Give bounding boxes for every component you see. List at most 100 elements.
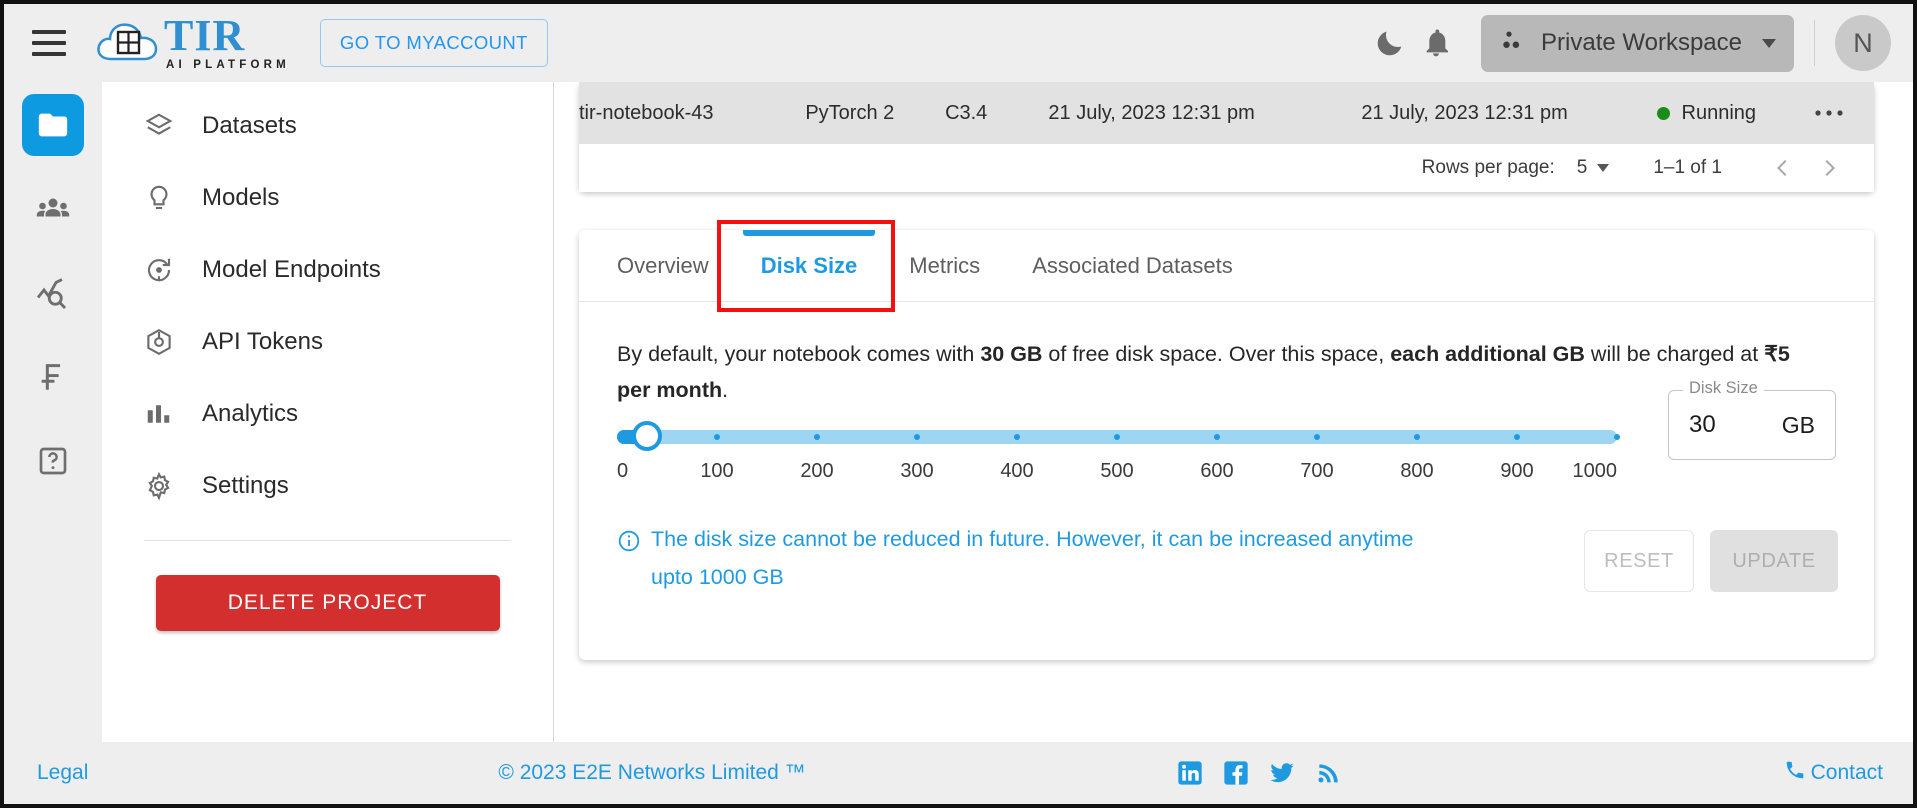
gear-icon: [144, 471, 174, 501]
rail-item-help[interactable]: [22, 430, 84, 492]
workspace-selector[interactable]: Private Workspace: [1481, 14, 1794, 72]
sidebar-item-api-tokens[interactable]: API Tokens: [102, 306, 553, 378]
footer-copyright: © 2023 E2E Networks Limited ™: [498, 761, 806, 784]
sidebar-item-analytics[interactable]: Analytics: [102, 378, 553, 450]
sidebar-item-settings[interactable]: Settings: [102, 450, 553, 522]
disk-size-actions: RESET UPDATE: [1584, 530, 1838, 592]
tick-label: 700: [1300, 460, 1334, 482]
brand-logo-group: TIR AI PLATFORM: [94, 13, 290, 71]
main-content: tir-notebook-43 PyTorch 2 C3.4 21 July, …: [555, 82, 1913, 742]
tick-label: 900: [1500, 460, 1534, 482]
workspace-icon: [1499, 26, 1529, 61]
sidebar-item-models[interactable]: Models: [102, 162, 553, 234]
cell-plan: C3.4: [945, 101, 988, 124]
desc-part-3: will be charged at: [1584, 342, 1765, 366]
go-to-myaccount-button[interactable]: GO TO MYACCOUNT: [319, 19, 548, 67]
facebook-icon[interactable]: [1222, 759, 1250, 787]
tab-label: Metrics: [909, 252, 981, 278]
footer-legal-link[interactable]: Legal: [37, 761, 88, 785]
disk-size-unit: GB: [1781, 411, 1815, 438]
slider-mark: [1314, 434, 1320, 440]
tab-disk-size[interactable]: Disk Size: [735, 230, 884, 301]
info-icon: [617, 527, 641, 596]
tick-label: 200: [800, 460, 834, 482]
sidebar-item-label: Analytics: [202, 400, 299, 427]
tab-associated-datasets[interactable]: Associated Datasets: [1006, 230, 1259, 301]
tab-bar: Overview Disk Size Metrics Associated Da…: [579, 220, 1874, 312]
delete-project-button[interactable]: DELETE PROJECT: [155, 575, 500, 631]
brand-text: TIR AI PLATFORM: [164, 13, 290, 71]
rail-item-billing[interactable]: [22, 346, 84, 408]
sidebar-divider: [144, 540, 511, 541]
chevron-down-icon: [1762, 38, 1776, 48]
table-pagination: Rows per page: 5 1–1 of 1: [579, 144, 1874, 192]
desc-bold-additional-gb: each additional GB: [1390, 342, 1585, 366]
moon-icon[interactable]: [1367, 20, 1413, 66]
status-badge: Running: [1656, 101, 1814, 125]
header-divider: [1814, 20, 1815, 66]
tab-label: Overview: [617, 252, 709, 278]
desc-part-4: .: [722, 378, 729, 402]
cell-framework: PyTorch 2: [805, 101, 895, 124]
hamburger-icon[interactable]: [32, 30, 66, 56]
endpoint-icon: [144, 255, 174, 285]
help-icon: [39, 447, 67, 475]
pagination-range: 1–1 of 1: [1653, 157, 1722, 178]
reset-button[interactable]: RESET: [1584, 530, 1694, 592]
update-button[interactable]: UPDATE: [1710, 530, 1838, 592]
cube-icon: [144, 327, 174, 357]
disk-size-slider[interactable]: 0 100 200 300 400 500 600 700 800 900 10…: [617, 421, 1620, 488]
twitter-icon[interactable]: [1268, 759, 1296, 787]
tick-label: 800: [1400, 460, 1434, 482]
app-root: TIR AI PLATFORM GO TO MYACCOUNT Private …: [4, 4, 1913, 804]
more-horizontal-icon[interactable]: [1814, 108, 1874, 118]
rail-item-team[interactable]: [22, 178, 84, 240]
chevron-down-icon: [1597, 164, 1610, 172]
sidebar-item-model-endpoints[interactable]: Model Endpoints: [102, 234, 553, 306]
sidebar-item-label: Settings: [202, 472, 289, 499]
tick-label: 1000: [1572, 460, 1618, 482]
rows-per-page-label: Rows per page:: [1421, 157, 1555, 178]
disk-size-card: Overview Disk Size Metrics Associated Da…: [579, 220, 1874, 660]
table-row[interactable]: tir-notebook-43 PyTorch 2 C3.4 21 July, …: [579, 82, 1874, 144]
notebook-table-card: tir-notebook-43 PyTorch 2 C3.4 21 July, …: [579, 82, 1874, 192]
rows-per-page-value: 5: [1576, 157, 1588, 178]
tick-label: 0: [617, 460, 629, 482]
footer-social-links: [1176, 759, 1342, 787]
tir-cloud-icon: [94, 15, 162, 71]
rail-item-monitoring[interactable]: [22, 262, 84, 324]
slider-thumb[interactable]: [632, 421, 662, 451]
status-label: Running: [1681, 101, 1757, 124]
desc-bold-default-size: 30 GB: [980, 342, 1043, 366]
slider-mark: [1014, 434, 1020, 440]
rail-item-projects[interactable]: [22, 94, 84, 156]
avatar[interactable]: N: [1835, 15, 1891, 71]
tab-label: Associated Datasets: [1032, 252, 1233, 278]
icon-rail: [4, 82, 102, 742]
billing-icon: [41, 364, 61, 390]
tick-label: 300: [900, 460, 934, 482]
tick-label: 100: [700, 460, 734, 482]
linkedin-icon[interactable]: [1176, 759, 1204, 787]
sidebar-item-label: Model Endpoints: [202, 256, 381, 283]
disk-size-input[interactable]: Disk Size 30 GB: [1668, 379, 1836, 460]
rows-per-page-select[interactable]: 5: [1577, 157, 1610, 179]
workspace-label: Private Workspace: [1541, 29, 1742, 56]
slider-track[interactable]: [617, 421, 1620, 451]
chevron-left-icon[interactable]: [1760, 145, 1806, 191]
info-note-text: The disk size cannot be reduced in futur…: [651, 527, 1414, 589]
bar-chart-icon: [144, 399, 174, 429]
slider-mark: [814, 434, 820, 440]
cell-created-at: 21 July, 2023 12:31 pm: [1048, 101, 1255, 124]
chevron-right-icon[interactable]: [1806, 145, 1852, 191]
tab-metrics[interactable]: Metrics: [883, 230, 1006, 301]
bulb-icon: [144, 183, 174, 213]
sidebar-item-label: Models: [202, 184, 280, 211]
tab-overview[interactable]: Overview: [591, 230, 735, 301]
bell-icon[interactable]: [1413, 20, 1459, 66]
sidebar-item-datasets[interactable]: Datasets: [102, 90, 553, 162]
project-sidebar: Datasets Models Model Endpoints API Toke…: [102, 82, 554, 742]
footer-contact-link[interactable]: Contact: [1784, 759, 1883, 787]
rss-icon[interactable]: [1314, 759, 1342, 787]
monitoring-icon: [36, 278, 67, 309]
